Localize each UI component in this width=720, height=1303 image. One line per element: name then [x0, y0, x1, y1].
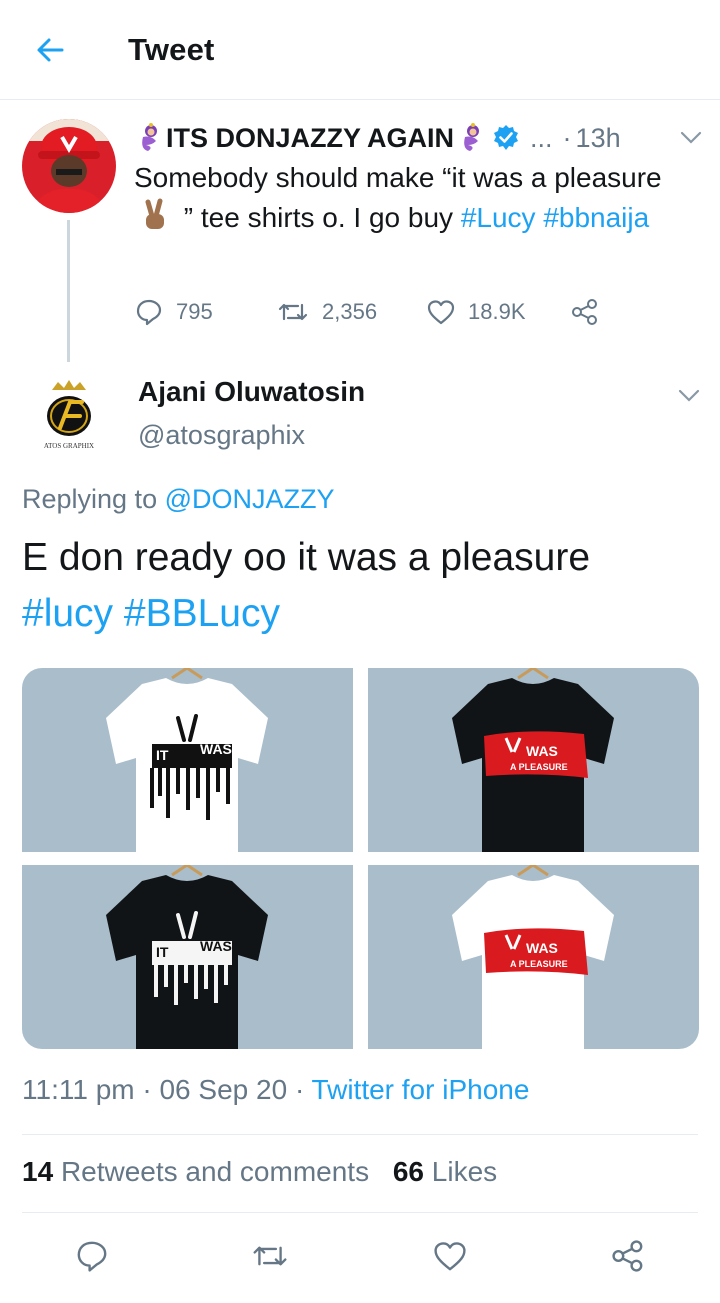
- chevron-down-icon[interactable]: [676, 382, 702, 408]
- meta-separator: ·: [562, 122, 572, 153]
- media-image-black-shirt-white-print[interactable]: IT WAS: [22, 865, 353, 1049]
- media-image-white-shirt-black-print[interactable]: IT WAS: [22, 668, 353, 852]
- share-action[interactable]: [570, 292, 612, 332]
- original-tweet-actions: 795 2,356 18.9K: [134, 292, 634, 332]
- shirt-print-text: A PLEASURE: [510, 959, 568, 969]
- reply-author-name[interactable]: Ajani Oluwatosin: [138, 376, 365, 408]
- shirt-print-text: WAS: [526, 940, 558, 956]
- retweets-stat[interactable]: 14 Retweets and comments: [22, 1156, 369, 1187]
- media-image-white-shirt-red-print[interactable]: WAS A PLEASURE: [368, 865, 699, 1049]
- replying-to: Replying to @DONJAZZY: [22, 484, 335, 515]
- tweet-timestamp: 11:11 pm · 06 Sep 20 · Twitter for iPhon…: [22, 1074, 529, 1106]
- page-title: Tweet: [128, 32, 215, 67]
- original-author-name[interactable]: ITS DONJAZZY AGAIN: [166, 123, 454, 154]
- tweet-date: 06 Sep 20: [159, 1074, 288, 1105]
- hashtag-link[interactable]: #Lucy: [461, 202, 536, 233]
- share-icon: [612, 1240, 643, 1272]
- original-tweet-text: Somebody should make “it was a pleasure …: [134, 158, 694, 238]
- retweet-icon: [253, 1246, 287, 1266]
- likes-count: 66: [392, 1156, 425, 1187]
- hashtag-link[interactable]: #bbnaija: [543, 202, 649, 233]
- divider: [22, 1134, 698, 1135]
- replying-to-mention[interactable]: @DONJAZZY: [165, 484, 335, 514]
- share-button[interactable]: [606, 1234, 650, 1278]
- media-grid: IT WAS WAS A PLEASURE IT WAS WAS A PLEAS…: [22, 668, 699, 1049]
- hashtag-link[interactable]: #lucy: [22, 592, 113, 635]
- comment-icon: [136, 299, 162, 326]
- shirt-print-text: A PLEASURE: [510, 762, 568, 772]
- replying-to-label: Replying to: [22, 484, 158, 514]
- retweets-label: Retweets and comments: [60, 1156, 370, 1187]
- comment-icon: [77, 1241, 107, 1272]
- tweet-stats: 14 Retweets and comments 66 Likes: [22, 1156, 497, 1188]
- heart-icon: [434, 1242, 466, 1271]
- verified-badge-icon: [494, 125, 519, 150]
- genie-emoji-icon: [464, 123, 480, 151]
- likes-label: Likes: [431, 1156, 498, 1187]
- name-overflow: ...: [530, 122, 553, 153]
- tweet-text-part: Somebody should make “it was a pleasure: [134, 162, 662, 193]
- victory-hand-emoji-icon: [145, 198, 164, 229]
- reply-author-handle[interactable]: @atosgraphix: [138, 420, 305, 451]
- retweet-button[interactable]: [248, 1234, 292, 1278]
- likes-stat[interactable]: 66 Likes: [393, 1156, 497, 1187]
- chevron-down-icon[interactable]: [678, 124, 704, 150]
- reply-count: 795: [176, 299, 213, 324]
- shirt-print-text: IT: [156, 944, 169, 960]
- original-tweet-header: ITS DONJAZZY AGAIN ... · 13h: [134, 118, 704, 158]
- reply-text-line: E don ready oo it was a pleasure: [22, 536, 591, 579]
- original-tweet-time[interactable]: 13h: [576, 123, 621, 154]
- retweets-count: 14: [22, 1156, 54, 1187]
- reply-button[interactable]: [70, 1234, 114, 1278]
- like-button[interactable]: [428, 1234, 472, 1278]
- shirt-print-text: WAS: [526, 743, 558, 759]
- like-count: 18.9K: [468, 299, 526, 324]
- back-button[interactable]: [30, 30, 70, 70]
- original-author-avatar[interactable]: [22, 119, 116, 213]
- tweet-time: 11:11 pm: [22, 1074, 135, 1105]
- genie-emoji-icon: [142, 123, 157, 151]
- reply-author-avatar[interactable]: ATOS GRAPHIX: [22, 372, 116, 466]
- tweet-source-link[interactable]: Twitter for iPhone: [312, 1074, 530, 1105]
- divider: [22, 1212, 698, 1213]
- retweet-count: 2,356: [322, 299, 378, 324]
- reply-tweet-text: E don ready oo it was a pleasure #lucy #…: [22, 530, 702, 642]
- shirt-print-text: WAS: [200, 938, 232, 954]
- retweet-action[interactable]: 2,356: [276, 292, 377, 332]
- share-icon: [572, 299, 597, 325]
- tweet-action-bar: [0, 1226, 720, 1286]
- shirt-print-text: IT: [156, 747, 169, 763]
- heart-icon: [427, 300, 455, 325]
- hashtag-link[interactable]: #BBLucy: [124, 592, 280, 635]
- reply-action[interactable]: 795: [134, 292, 213, 332]
- arrow-left-icon: [37, 38, 64, 62]
- tweet-text-part: ” tee shirts o. I go buy: [183, 202, 454, 233]
- timestamp-separator: ·: [294, 1074, 305, 1105]
- like-action[interactable]: 18.9K: [426, 292, 526, 332]
- thread-line: [67, 220, 70, 362]
- retweet-icon: [278, 303, 308, 321]
- shirt-print-text: WAS: [200, 741, 232, 757]
- timestamp-separator: ·: [142, 1074, 152, 1105]
- media-image-black-shirt-red-print[interactable]: WAS A PLEASURE: [368, 668, 699, 852]
- top-bar: Tweet: [0, 0, 720, 100]
- avatar-caption: ATOS GRAPHIX: [43, 442, 95, 450]
